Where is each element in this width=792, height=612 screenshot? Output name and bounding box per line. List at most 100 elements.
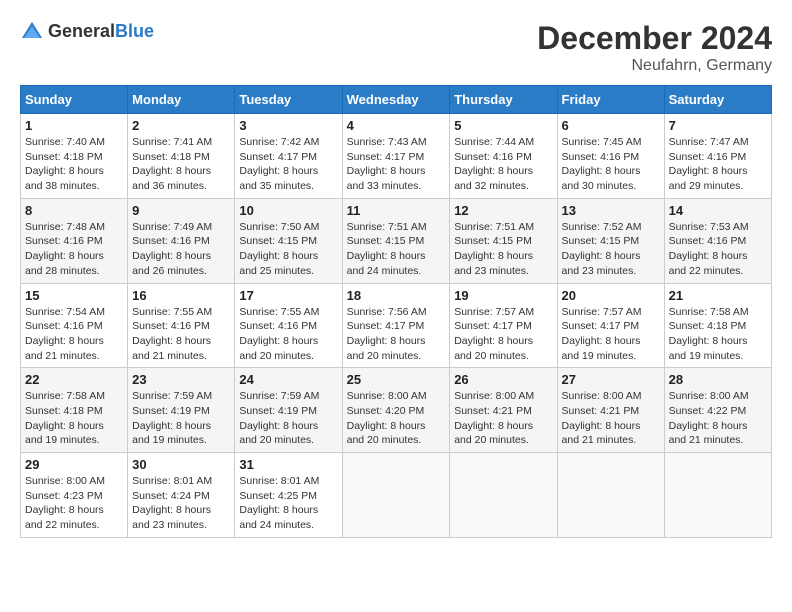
day-info: Sunrise: 7:49 AMSunset: 4:16 PMDaylight:… (132, 220, 230, 279)
day-number: 28 (669, 372, 767, 387)
logo-text-blue: Blue (115, 22, 154, 42)
day-number: 31 (239, 457, 337, 472)
calendar-week-3: 15 Sunrise: 7:54 AMSunset: 4:16 PMDayligh… (21, 283, 772, 368)
calendar-cell: 16 Sunrise: 7:55 AMSunset: 4:16 PMDayligh… (128, 283, 235, 368)
day-number: 6 (562, 118, 660, 133)
day-number: 2 (132, 118, 230, 133)
calendar-cell: 11 Sunrise: 7:51 AMSunset: 4:15 PMDayligh… (342, 198, 450, 283)
day-number: 26 (454, 372, 552, 387)
day-number: 29 (25, 457, 123, 472)
calendar-cell: 31 Sunrise: 8:01 AMSunset: 4:25 PMDayligh… (235, 453, 342, 538)
title-block: December 2024 Neufahrn, Germany (537, 20, 772, 75)
day-number: 14 (669, 203, 767, 218)
day-info: Sunrise: 7:43 AMSunset: 4:17 PMDaylight:… (347, 135, 446, 194)
day-info: Sunrise: 7:58 AMSunset: 4:18 PMDaylight:… (669, 305, 767, 364)
calendar-cell: 30Sunrise: 8:01 AMSunset: 4:24 PMDayligh… (128, 453, 235, 538)
day-info: Sunrise: 7:42 AMSunset: 4:17 PMDaylight:… (239, 135, 337, 194)
day-info: Sunrise: 7:44 AMSunset: 4:16 PMDaylight:… (454, 135, 552, 194)
calendar-cell: 6 Sunrise: 7:45 AMSunset: 4:16 PMDaylight… (557, 114, 664, 199)
day-info: Sunrise: 7:51 AMSunset: 4:15 PMDaylight:… (454, 220, 552, 279)
logo: GeneralBlue (20, 20, 154, 44)
day-number: 12 (454, 203, 552, 218)
day-info: Sunrise: 7:48 AMSunset: 4:16 PMDaylight:… (25, 220, 123, 279)
calendar-cell: 13Sunrise: 7:52 AMSunset: 4:15 PMDayligh… (557, 198, 664, 283)
calendar-header-row: SundayMondayTuesdayWednesdayThursdayFrid… (21, 86, 772, 114)
day-info: Sunrise: 7:40 AMSunset: 4:18 PMDaylight:… (25, 135, 123, 194)
day-info: Sunrise: 8:01 AMSunset: 4:25 PMDaylight:… (239, 474, 337, 533)
day-info: Sunrise: 7:41 AMSunset: 4:18 PMDaylight:… (132, 135, 230, 194)
day-number: 15 (25, 288, 123, 303)
day-number: 13 (562, 203, 660, 218)
calendar-cell: 28 Sunrise: 8:00 AMSunset: 4:22 PMDayligh… (664, 368, 771, 453)
day-info: Sunrise: 7:47 AMSunset: 4:16 PMDaylight:… (669, 135, 767, 194)
calendar-cell (664, 453, 771, 538)
calendar-cell: 27 Sunrise: 8:00 AMSunset: 4:21 PMDayligh… (557, 368, 664, 453)
day-number: 3 (239, 118, 337, 133)
day-info: Sunrise: 7:45 AMSunset: 4:16 PMDaylight:… (562, 135, 660, 194)
day-number: 25 (347, 372, 446, 387)
day-info: Sunrise: 7:59 AMSunset: 4:19 PMDaylight:… (239, 389, 337, 448)
day-info: Sunrise: 7:55 AMSunset: 4:16 PMDaylight:… (239, 305, 337, 364)
weekday-header-thursday: Thursday (450, 86, 557, 114)
calendar-cell: 29 Sunrise: 8:00 AMSunset: 4:23 PMDayligh… (21, 453, 128, 538)
calendar-cell: 18Sunrise: 7:56 AMSunset: 4:17 PMDayligh… (342, 283, 450, 368)
day-number: 4 (347, 118, 446, 133)
day-number: 5 (454, 118, 552, 133)
calendar-cell: 12 Sunrise: 7:51 AMSunset: 4:15 PMDayligh… (450, 198, 557, 283)
day-info: Sunrise: 7:55 AMSunset: 4:16 PMDaylight:… (132, 305, 230, 364)
calendar-cell: 22Sunrise: 7:58 AMSunset: 4:18 PMDayligh… (21, 368, 128, 453)
day-number: 27 (562, 372, 660, 387)
day-number: 20 (562, 288, 660, 303)
logo-icon (20, 20, 44, 44)
calendar-cell: 21Sunrise: 7:58 AMSunset: 4:18 PMDayligh… (664, 283, 771, 368)
day-number: 23 (132, 372, 230, 387)
day-number: 19 (454, 288, 552, 303)
logo-text-general: General (48, 22, 115, 42)
calendar-cell (450, 453, 557, 538)
day-number: 18 (347, 288, 446, 303)
day-info: Sunrise: 7:53 AMSunset: 4:16 PMDaylight:… (669, 220, 767, 279)
calendar-cell: 20 Sunrise: 7:57 AMSunset: 4:17 PMDayligh… (557, 283, 664, 368)
calendar-cell: 14 Sunrise: 7:53 AMSunset: 4:16 PMDayligh… (664, 198, 771, 283)
day-number: 22 (25, 372, 123, 387)
day-info: Sunrise: 8:00 AMSunset: 4:20 PMDaylight:… (347, 389, 446, 448)
calendar-cell: 1Sunrise: 7:40 AMSunset: 4:18 PMDaylight… (21, 114, 128, 199)
day-number: 24 (239, 372, 337, 387)
calendar-week-4: 22Sunrise: 7:58 AMSunset: 4:18 PMDayligh… (21, 368, 772, 453)
calendar-cell: 9 Sunrise: 7:49 AMSunset: 4:16 PMDaylight… (128, 198, 235, 283)
calendar-cell: 23 Sunrise: 7:59 AMSunset: 4:19 PMDayligh… (128, 368, 235, 453)
day-info: Sunrise: 7:59 AMSunset: 4:19 PMDaylight:… (132, 389, 230, 448)
day-info: Sunrise: 7:54 AMSunset: 4:16 PMDaylight:… (25, 305, 123, 364)
calendar-cell (342, 453, 450, 538)
day-info: Sunrise: 8:01 AMSunset: 4:24 PMDaylight:… (132, 474, 230, 533)
day-info: Sunrise: 7:57 AMSunset: 4:17 PMDaylight:… (454, 305, 552, 364)
day-info: Sunrise: 8:00 AMSunset: 4:21 PMDaylight:… (454, 389, 552, 448)
calendar-week-1: 1Sunrise: 7:40 AMSunset: 4:18 PMDaylight… (21, 114, 772, 199)
calendar-cell: 24 Sunrise: 7:59 AMSunset: 4:19 PMDayligh… (235, 368, 342, 453)
day-number: 17 (239, 288, 337, 303)
calendar-cell: 7Sunrise: 7:47 AMSunset: 4:16 PMDaylight… (664, 114, 771, 199)
weekday-header-friday: Friday (557, 86, 664, 114)
calendar-cell: 10Sunrise: 7:50 AMSunset: 4:15 PMDayligh… (235, 198, 342, 283)
calendar-cell: 19 Sunrise: 7:57 AMSunset: 4:17 PMDayligh… (450, 283, 557, 368)
weekday-header-saturday: Saturday (664, 86, 771, 114)
page-header: GeneralBlue December 2024 Neufahrn, Germ… (20, 20, 772, 75)
calendar-cell: 26 Sunrise: 8:00 AMSunset: 4:21 PMDayligh… (450, 368, 557, 453)
day-info: Sunrise: 8:00 AMSunset: 4:23 PMDaylight:… (25, 474, 123, 533)
day-number: 16 (132, 288, 230, 303)
calendar-table: SundayMondayTuesdayWednesdayThursdayFrid… (20, 85, 772, 538)
day-number: 10 (239, 203, 337, 218)
weekday-header-wednesday: Wednesday (342, 86, 450, 114)
weekday-header-monday: Monday (128, 86, 235, 114)
day-info: Sunrise: 8:00 AMSunset: 4:22 PMDaylight:… (669, 389, 767, 448)
calendar-cell: 17 Sunrise: 7:55 AMSunset: 4:16 PMDayligh… (235, 283, 342, 368)
day-info: Sunrise: 8:00 AMSunset: 4:21 PMDaylight:… (562, 389, 660, 448)
day-number: 9 (132, 203, 230, 218)
calendar-cell: 25 Sunrise: 8:00 AMSunset: 4:20 PMDayligh… (342, 368, 450, 453)
day-info: Sunrise: 7:57 AMSunset: 4:17 PMDaylight:… (562, 305, 660, 364)
calendar-week-5: 29 Sunrise: 8:00 AMSunset: 4:23 PMDayligh… (21, 453, 772, 538)
calendar-cell (557, 453, 664, 538)
day-number: 11 (347, 203, 446, 218)
day-info: Sunrise: 7:51 AMSunset: 4:15 PMDaylight:… (347, 220, 446, 279)
calendar-title: December 2024 (537, 20, 772, 57)
